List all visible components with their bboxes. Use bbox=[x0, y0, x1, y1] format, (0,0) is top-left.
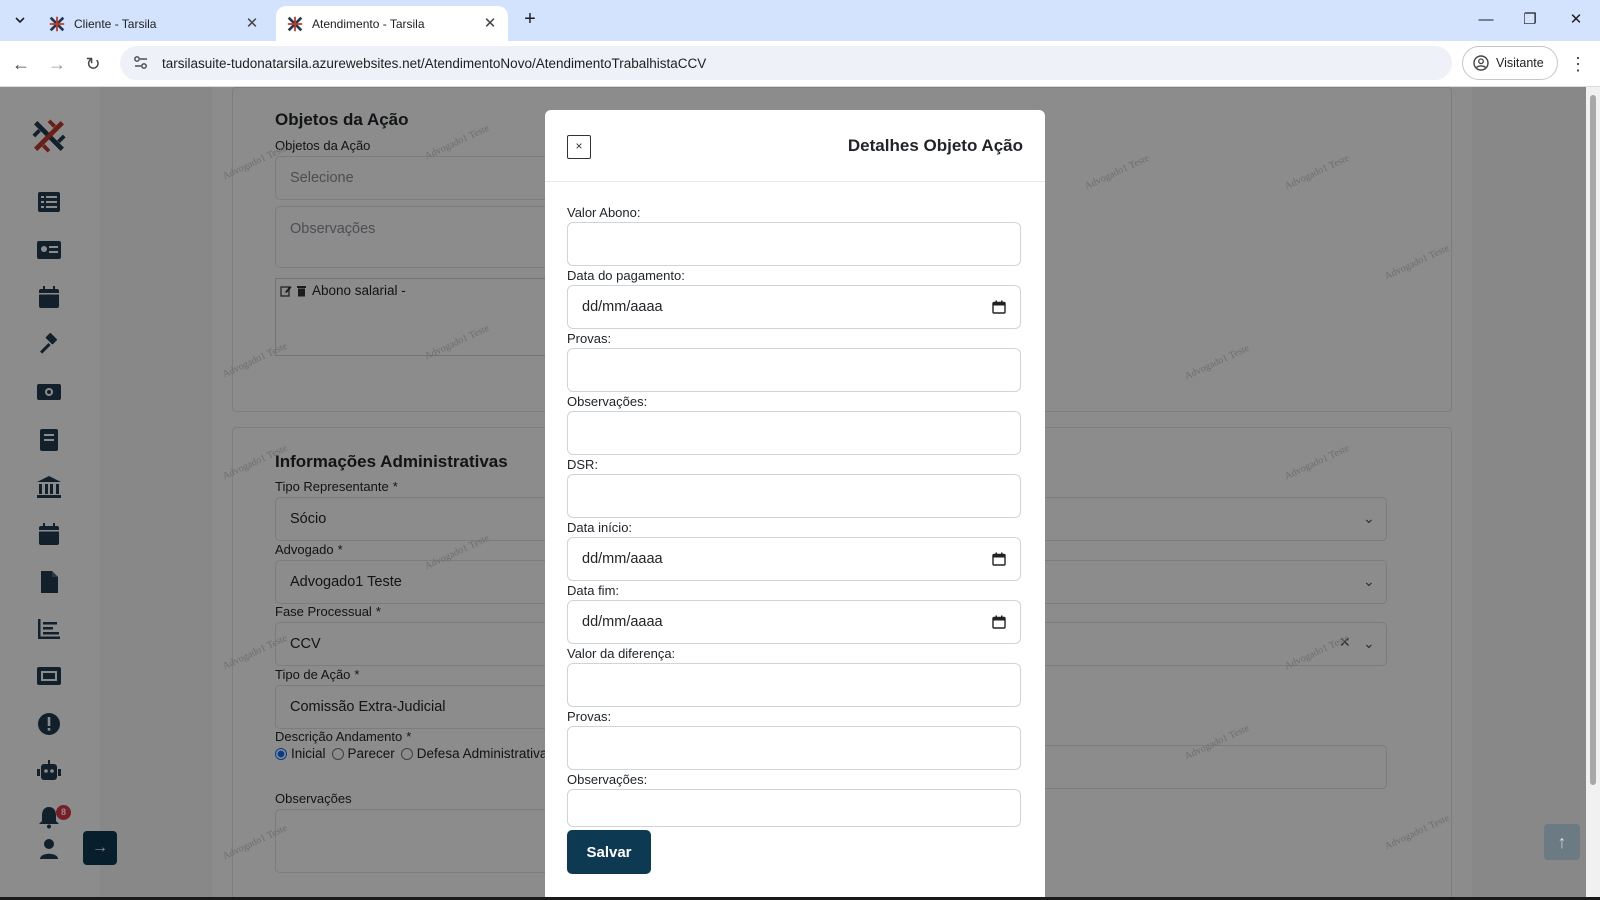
observacoes-input[interactable] bbox=[567, 411, 1021, 455]
profile-icon bbox=[1473, 55, 1489, 71]
close-window-icon[interactable]: ✕ bbox=[1564, 8, 1588, 32]
provas-2-label: Provas: bbox=[567, 709, 612, 724]
forward-icon[interactable]: → bbox=[44, 51, 70, 77]
observacoes-2-input[interactable] bbox=[567, 789, 1021, 827]
data-pagamento-label: Data do pagamento: bbox=[567, 268, 685, 283]
calendar-icon[interactable] bbox=[992, 552, 1006, 566]
modal-title: Detalhes Objeto Ação bbox=[847, 136, 1023, 155]
minimize-icon[interactable]: — bbox=[1474, 8, 1498, 32]
data-pagamento-input[interactable]: dd/mm/aaaa bbox=[567, 285, 1021, 329]
calendar-icon[interactable] bbox=[992, 300, 1006, 314]
date-placeholder: dd/mm/aaaa bbox=[582, 551, 663, 567]
tab-search-button[interactable] bbox=[8, 8, 32, 32]
chevron-down-icon bbox=[15, 17, 25, 24]
restore-icon[interactable]: ❐ bbox=[1518, 8, 1542, 32]
new-tab-button[interactable]: + bbox=[518, 8, 542, 32]
reload-icon[interactable]: ↻ bbox=[80, 51, 106, 77]
detalhes-objeto-modal: × Detalhes Objeto Ação Valor Abono: Data… bbox=[545, 110, 1045, 900]
observacoes-label: Observações: bbox=[567, 394, 648, 409]
tarsila-favicon-icon bbox=[287, 16, 303, 31]
page-scrollbar-thumb[interactable] bbox=[1590, 95, 1596, 785]
data-fim-label: Data fim: bbox=[567, 583, 620, 598]
provas-input[interactable] bbox=[567, 348, 1021, 392]
close-tab-icon[interactable]: ✕ bbox=[244, 15, 260, 32]
tab-title: Atendimento - Tarsila bbox=[312, 16, 425, 31]
modal-close-button[interactable]: × bbox=[567, 135, 591, 159]
dsr-input[interactable] bbox=[567, 474, 1021, 518]
tab-atendimento[interactable]: Atendimento - Tarsila ✕ bbox=[276, 6, 508, 41]
profile-label: Visitante bbox=[1496, 56, 1544, 70]
observacoes-2-label: Observações: bbox=[567, 772, 648, 787]
site-settings-icon[interactable] bbox=[132, 54, 150, 72]
back-icon[interactable]: ← bbox=[8, 51, 34, 77]
profile-button[interactable]: Visitante bbox=[1462, 46, 1558, 80]
address-bar-row: ← → ↻ tarsilasuite-tudonatarsila.azurewe… bbox=[0, 41, 1600, 87]
valor-abono-input[interactable] bbox=[567, 222, 1021, 266]
arrow-up-icon: ↑ bbox=[1557, 831, 1567, 852]
browser-tab-strip: Cliente - Tarsila ✕ Atendimento - Tarsil… bbox=[0, 0, 1600, 41]
valor-abono-label: Valor Abono: bbox=[567, 205, 641, 220]
data-inicio-label: Data início: bbox=[567, 520, 633, 535]
close-tab-icon[interactable]: ✕ bbox=[482, 15, 498, 32]
tarsila-favicon-icon bbox=[49, 16, 65, 31]
tab-title: Cliente - Tarsila bbox=[74, 16, 157, 31]
scroll-to-top-button[interactable]: ↑ bbox=[1544, 824, 1580, 860]
data-inicio-input[interactable]: dd/mm/aaaa bbox=[567, 537, 1021, 581]
modal-header: × Detalhes Objeto Ação bbox=[545, 110, 1045, 182]
calendar-icon[interactable] bbox=[992, 615, 1006, 629]
app-viewport: 8 Objetos da Ação Objetos da Ação Seleci… bbox=[0, 87, 1600, 900]
date-placeholder: dd/mm/aaaa bbox=[582, 299, 663, 315]
valor-diferenca-input[interactable] bbox=[567, 663, 1021, 707]
date-placeholder: dd/mm/aaaa bbox=[582, 614, 663, 630]
provas-label: Provas: bbox=[567, 331, 612, 346]
dsr-label: DSR: bbox=[567, 457, 599, 472]
data-fim-input[interactable]: dd/mm/aaaa bbox=[567, 600, 1021, 644]
save-button[interactable]: Salvar bbox=[567, 830, 651, 874]
url-bar[interactable]: tarsilasuite-tudonatarsila.azurewebsites… bbox=[120, 46, 1452, 80]
provas-2-input[interactable] bbox=[567, 726, 1021, 770]
url-text: tarsilasuite-tudonatarsila.azurewebsites… bbox=[162, 55, 707, 71]
tab-cliente[interactable]: Cliente - Tarsila ✕ bbox=[38, 6, 270, 41]
browser-menu-icon[interactable]: ⋮ bbox=[1566, 51, 1590, 77]
valor-diferenca-label: Valor da diferença: bbox=[567, 646, 676, 661]
